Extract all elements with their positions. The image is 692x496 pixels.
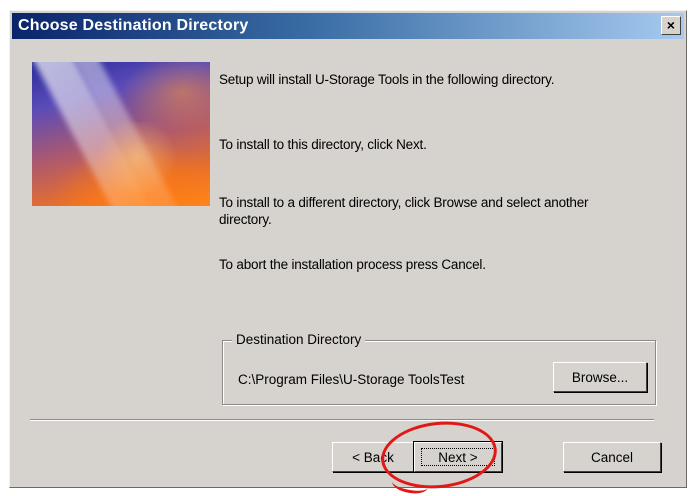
setup-banner-image [32,62,210,206]
cancel-button[interactable]: Cancel [563,442,661,472]
next-instruction-text: To install to this directory, click Next… [219,137,427,152]
cancel-instruction-text: To abort the installation process press … [219,257,486,272]
destination-path: C:\Program Files\U-Storage ToolsTest [238,372,465,387]
install-info-text: Setup will install U-Storage Tools in th… [219,72,555,87]
browse-button[interactable]: Browse... [553,362,647,392]
button-divider [30,419,654,421]
destination-group-label: Destination Directory [232,332,366,347]
browse-instruction-text: To install to a different directory, cli… [219,195,589,227]
title-bar[interactable]: Choose Destination Directory × [12,13,684,39]
close-icon: × [666,17,676,33]
dialog-title: Choose Destination Directory [18,17,249,34]
close-button[interactable]: × [661,16,681,35]
